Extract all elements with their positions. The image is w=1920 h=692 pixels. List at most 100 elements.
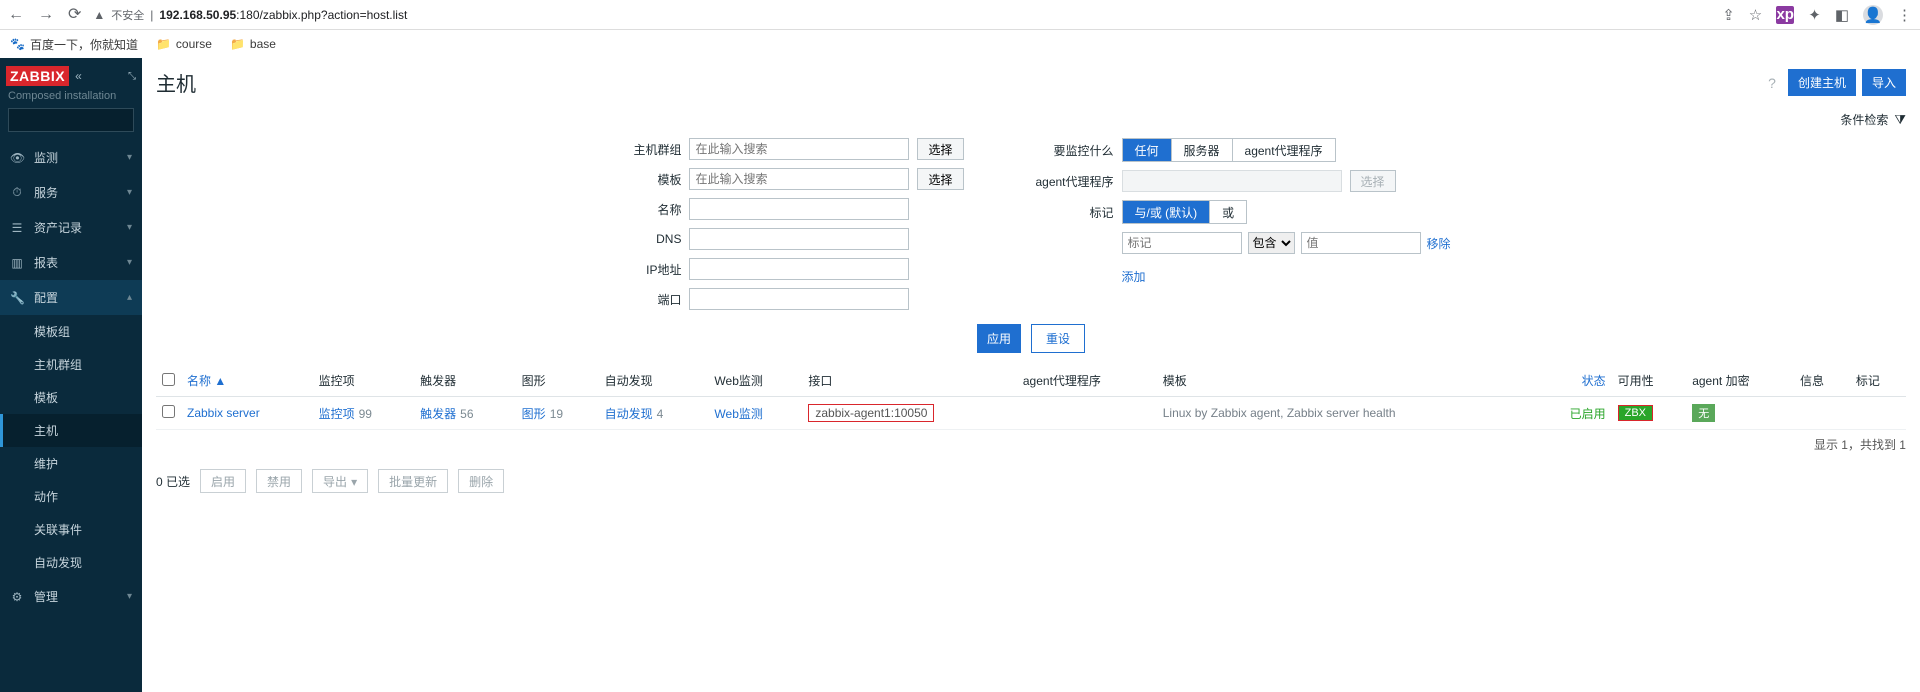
profile-avatar[interactable]: 👤 <box>1863 5 1883 25</box>
chevron-down-icon: ▾ <box>127 152 132 163</box>
host-name-link[interactable]: Zabbix server <box>187 406 260 420</box>
opt-andor[interactable]: 与/或 (默认) <box>1123 201 1210 223</box>
bookmark-baidu[interactable]: 🐾百度一下，你就知道 <box>10 36 138 53</box>
col-triggers: 触发器 <box>414 365 516 397</box>
triggers-link[interactable]: 触发器 <box>420 407 456 421</box>
sub-actions[interactable]: 动作 <box>0 480 142 513</box>
col-graphs: 图形 <box>516 365 599 397</box>
col-status[interactable]: 状态 <box>1537 365 1612 397</box>
graphs-link[interactable]: 图形 <box>522 407 546 421</box>
input-host-group[interactable] <box>689 138 909 160</box>
sub-template-groups[interactable]: 模板组 <box>0 315 142 348</box>
share-icon[interactable]: ⇪ <box>1722 6 1735 24</box>
nav-inventory[interactable]: ☰资产记录▾ <box>0 210 142 245</box>
bulk-enable[interactable]: 启用 <box>200 469 246 493</box>
select-all-checkbox[interactable] <box>162 373 175 386</box>
bookmark-base[interactable]: 📁base <box>230 37 276 51</box>
opt-proxy[interactable]: agent代理程序 <box>1232 139 1335 161</box>
select-host-group[interactable]: 选择 <box>917 138 963 160</box>
apply-button[interactable]: 应用 <box>977 324 1021 353</box>
sub-maintenance[interactable]: 维护 <box>0 447 142 480</box>
panel-icon[interactable]: ◧ <box>1835 6 1849 24</box>
address-bar[interactable]: ▲ 不安全 | 192.168.50.95:180/zabbix.php?act… <box>93 7 407 23</box>
discovery-link[interactable]: 自动发现 <box>605 407 653 421</box>
table-row: Zabbix server 监控项99 触发器56 图形19 自动发现4 Web… <box>156 397 1906 430</box>
bookmark-course[interactable]: 📁course <box>156 37 212 51</box>
nav-services[interactable]: ⏱服务▾ <box>0 175 142 210</box>
import-button[interactable]: 导入 <box>1862 69 1906 96</box>
tag-value-input[interactable] <box>1301 232 1421 254</box>
select-template[interactable]: 选择 <box>917 168 963 190</box>
bulk-disable[interactable]: 禁用 <box>256 469 302 493</box>
bulk-export[interactable]: 导出▾ <box>312 469 368 493</box>
nav-admin[interactable]: ⚙管理▾ <box>0 579 142 614</box>
col-interface: 接口 <box>802 365 1017 397</box>
extension-icon[interactable]: xp <box>1776 6 1794 24</box>
opt-or[interactable]: 或 <box>1209 201 1246 223</box>
insecure-label: 不安全 <box>111 7 144 23</box>
help-icon[interactable]: ? <box>1768 75 1776 91</box>
input-template[interactable] <box>689 168 909 190</box>
page-title: 主机 <box>156 68 196 97</box>
gear-icon: ⚙ <box>10 590 24 604</box>
create-host-button[interactable]: 创建主机 <box>1788 69 1856 96</box>
menu-icon[interactable]: ⋮ <box>1897 6 1912 24</box>
availability-badge: ZBX <box>1618 405 1653 421</box>
tag-op-select[interactable]: 包含 <box>1248 232 1295 254</box>
col-template: 模板 <box>1157 365 1537 397</box>
bulk-massupdate[interactable]: 批量更新 <box>378 469 448 493</box>
bookmarks-bar: 🐾百度一下，你就知道 📁course 📁base <box>0 30 1920 58</box>
row-checkbox[interactable] <box>162 405 175 418</box>
opt-any[interactable]: 任何 <box>1123 139 1171 161</box>
nav-monitor[interactable]: 👁监测▾ <box>0 140 142 175</box>
tag-add-link[interactable]: 添加 <box>1122 270 1146 284</box>
col-items: 监控项 <box>313 365 415 397</box>
sidebar-search[interactable]: 🔍 <box>8 108 134 132</box>
insecure-icon: ▲ <box>93 8 105 22</box>
label-monitor-what: 要监控什么 <box>1024 142 1114 159</box>
tag-remove-link[interactable]: 移除 <box>1427 235 1451 252</box>
star-icon[interactable]: ☆ <box>1749 6 1762 24</box>
web-link[interactable]: Web监测 <box>714 407 762 421</box>
eye-icon: 👁 <box>10 151 24 165</box>
sub-host-groups[interactable]: 主机群组 <box>0 348 142 381</box>
paw-icon: 🐾 <box>10 37 25 51</box>
items-link[interactable]: 监控项 <box>319 407 355 421</box>
filter-toggle-label[interactable]: 条件检索 <box>1840 111 1888 128</box>
input-name[interactable] <box>689 198 909 220</box>
input-port[interactable] <box>689 288 909 310</box>
funnel-icon[interactable]: ⧩ <box>1894 112 1906 128</box>
sub-autodiscovery[interactable]: 自动发现 <box>0 546 142 579</box>
clock-icon: ⏱ <box>10 185 24 200</box>
col-name[interactable]: 名称 ▲ <box>181 365 313 397</box>
bulk-delete[interactable]: 删除 <box>458 469 504 493</box>
nav-config[interactable]: 🔧配置▴ <box>0 280 142 315</box>
col-availability: 可用性 <box>1612 365 1687 397</box>
extensions-icon[interactable]: ✦ <box>1808 6 1821 24</box>
reload-icon[interactable]: ⟳ <box>68 7 81 23</box>
collapse-icon[interactable]: « <box>75 69 82 83</box>
url-host: 192.168.50.95 <box>159 8 236 22</box>
chevron-down-icon: ▾ <box>127 222 132 233</box>
chevron-down-icon: ▾ <box>127 591 132 602</box>
opt-server[interactable]: 服务器 <box>1171 139 1232 161</box>
expand-icon[interactable]: ⤡ <box>128 71 136 82</box>
nav-reports[interactable]: ▥报表▾ <box>0 245 142 280</box>
sub-correlation[interactable]: 关联事件 <box>0 513 142 546</box>
forward-icon[interactable]: → <box>38 7 54 23</box>
logo[interactable]: ZABBIX <box>6 66 69 86</box>
folder-icon: 📁 <box>230 37 245 51</box>
paging-info: 显示 1，共找到 1 <box>142 430 1920 459</box>
selected-count: 0 已选 <box>156 473 190 490</box>
reset-button[interactable]: 重设 <box>1031 324 1085 353</box>
back-icon[interactable]: ← <box>8 7 24 23</box>
label-name: 名称 <box>611 201 681 218</box>
tag-andor-group: 与/或 (默认) 或 <box>1122 200 1248 224</box>
input-dns[interactable] <box>689 228 909 250</box>
sub-hosts[interactable]: 主机 <box>0 414 142 447</box>
sub-templates[interactable]: 模板 <box>0 381 142 414</box>
input-ip[interactable] <box>689 258 909 280</box>
label-tag: 标记 <box>1024 204 1114 221</box>
status-link[interactable]: 已启用 <box>1570 407 1606 421</box>
tag-name-input[interactable] <box>1122 232 1242 254</box>
